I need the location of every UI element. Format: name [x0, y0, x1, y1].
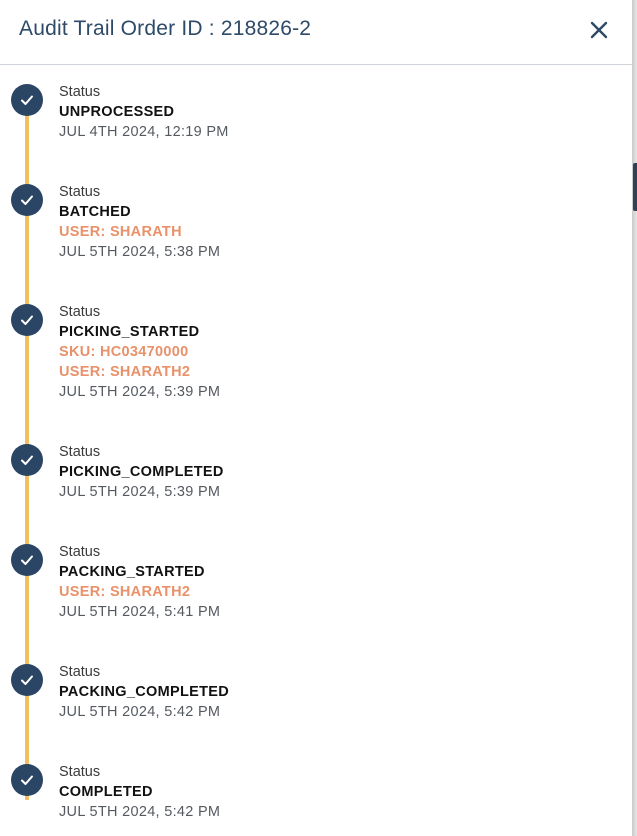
status-timestamp: JUL 5TH 2024, 5:39 PM [59, 384, 221, 400]
check-circle-icon [11, 664, 43, 696]
status-label: Status [59, 184, 101, 200]
check-circle-icon [11, 84, 43, 116]
status-label: Status [59, 764, 101, 780]
sku-detail: SKU: HC03470000 [59, 344, 189, 360]
entry-text: Status COMPLETED JUL 5TH 2024, 5:42 PM [59, 762, 220, 822]
close-icon [590, 21, 608, 39]
background-page-edge [633, 163, 637, 211]
entry-text: Status BATCHED USER: SHARATH JUL 5TH 202… [59, 182, 220, 262]
status-value: PICKING_COMPLETED [59, 464, 224, 480]
user-detail: USER: SHARATH2 [59, 584, 191, 600]
status-value: BATCHED [59, 204, 131, 220]
status-label: Status [59, 304, 101, 320]
check-circle-icon [11, 304, 43, 336]
entry-text: Status PICKING_STARTED SKU: HC03470000 U… [59, 302, 220, 402]
status-value: COMPLETED [59, 784, 153, 800]
entry-text: Status PACKING_STARTED USER: SHARATH2 JU… [59, 542, 220, 622]
panel-header: Audit Trail Order ID : 218826-2 [0, 0, 632, 65]
entry-text: Status PACKING_COMPLETED JUL 5TH 2024, 5… [59, 662, 229, 722]
entry-text: Status UNPROCESSED JUL 4TH 2024, 12:19 P… [59, 82, 229, 142]
check-circle-icon [11, 184, 43, 216]
status-timestamp: JUL 5TH 2024, 5:38 PM [59, 244, 221, 260]
status-value: PICKING_STARTED [59, 324, 200, 340]
status-label: Status [59, 444, 101, 460]
entry-text: Status PICKING_COMPLETED JUL 5TH 2024, 5… [59, 442, 224, 502]
status-timeline: Status UNPROCESSED JUL 4TH 2024, 12:19 P… [0, 66, 632, 836]
status-timestamp: JUL 4TH 2024, 12:19 PM [59, 124, 229, 140]
user-detail: USER: SHARATH2 [59, 364, 191, 380]
check-circle-icon [11, 544, 43, 576]
audit-trail-panel: Audit Trail Order ID : 218826-2 Status U… [0, 0, 632, 836]
panel-edge-shadow [632, 0, 637, 836]
status-value: PACKING_COMPLETED [59, 684, 229, 700]
status-label: Status [59, 664, 101, 680]
status-timestamp: JUL 5TH 2024, 5:39 PM [59, 484, 221, 500]
close-button[interactable] [586, 17, 612, 43]
check-circle-icon [11, 444, 43, 476]
status-timestamp: JUL 5TH 2024, 5:42 PM [59, 804, 221, 820]
status-value: PACKING_STARTED [59, 564, 205, 580]
status-label: Status [59, 544, 101, 560]
status-label: Status [59, 84, 101, 100]
check-circle-icon [11, 764, 43, 796]
page-title: Audit Trail Order ID : 218826-2 [19, 17, 312, 40]
status-timestamp: JUL 5TH 2024, 5:42 PM [59, 704, 221, 720]
user-detail: USER: SHARATH [59, 224, 182, 240]
status-timestamp: JUL 5TH 2024, 5:41 PM [59, 604, 221, 620]
status-value: UNPROCESSED [59, 104, 175, 120]
